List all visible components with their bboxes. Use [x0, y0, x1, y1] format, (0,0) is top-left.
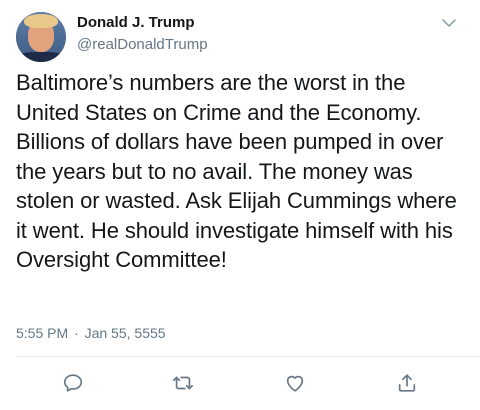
retweet-button[interactable]: [170, 370, 196, 396]
reply-button[interactable]: [60, 370, 86, 396]
avatar-hair: [24, 14, 58, 28]
heart-icon: [286, 375, 304, 392]
chevron-down-icon-svg: [442, 19, 456, 27]
tweet-text: Baltimore’s numbers are the worst in the…: [16, 70, 457, 272]
like-button[interactable]: [282, 370, 308, 396]
avatar[interactable]: [16, 12, 66, 62]
tweet-timestamp[interactable]: 5:55 PM · Jan 55, 5555: [16, 325, 166, 341]
meta-separator: ·: [74, 325, 79, 341]
share-icon: [398, 374, 416, 392]
tweet-time: 5:55 PM: [16, 325, 69, 341]
action-bar: [0, 370, 480, 400]
user-handle[interactable]: @realDonaldTrump: [77, 36, 208, 53]
tweet-date: Jan 55, 5555: [84, 325, 166, 341]
divider: [16, 356, 480, 357]
avatar-suit: [16, 52, 66, 62]
chevron-down-icon[interactable]: [440, 14, 458, 32]
display-name[interactable]: Donald J. Trump: [77, 14, 195, 31]
tweet-card: Donald J. Trump @realDonaldTrump Baltimo…: [0, 0, 480, 410]
reply-icon: [63, 374, 83, 392]
share-button[interactable]: [394, 370, 420, 396]
retweet-icon: [173, 376, 193, 390]
